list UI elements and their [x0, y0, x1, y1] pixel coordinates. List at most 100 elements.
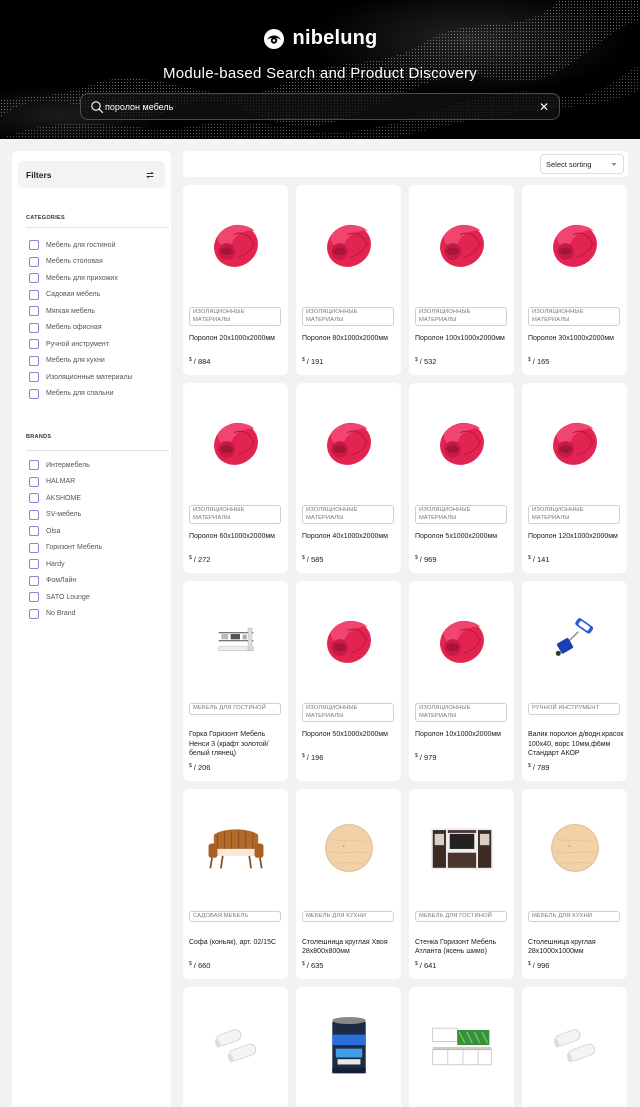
brand-option[interactable]: SATO Lounge: [29, 589, 102, 606]
brand-checkbox[interactable]: [29, 608, 39, 619]
clear-search-icon[interactable]: ✕: [537, 100, 551, 114]
brand-logo[interactable]: nibelung: [0, 27, 640, 50]
kitchen-set-image[interactable]: [409, 987, 514, 1105]
category-checkbox[interactable]: [29, 388, 39, 399]
product-name[interactable]: Поролон 40х1000х2000мм: [302, 532, 398, 542]
brand-option[interactable]: SV-мебель: [29, 507, 102, 524]
product-card[interactable]: ИЗОЛЯЦИОННЫЕ МАТЕРИАЛЫ Поролон 50х1000х20…: [296, 581, 401, 781]
product-name[interactable]: Валик поролон д/водн.красок 100х40, ворс…: [528, 730, 624, 759]
product-card[interactable]: МЕБЕЛЬ ДЛЯ КУХНИ Столешница круглая 28х10…: [522, 788, 627, 979]
product-name[interactable]: Поролон 80х1000х2000мм: [302, 334, 398, 344]
foam-roll-image[interactable]: [183, 383, 288, 501]
brand-checkbox[interactable]: [29, 542, 39, 553]
category-option[interactable]: Мебель офисная: [29, 320, 133, 337]
brand-option[interactable]: ФомЛайн: [29, 573, 102, 590]
product-card[interactable]: ИЗОЛЯЦИОННЫЕ МАТЕРИАЛЫ Поролон 10х1000х20…: [409, 581, 514, 781]
brand-option[interactable]: HALMAR: [29, 474, 102, 491]
category-checkbox[interactable]: [29, 306, 39, 317]
category-option[interactable]: Мебель для прихожих: [29, 270, 133, 287]
product-name[interactable]: Поролон 10х1000х2000мм: [415, 730, 511, 740]
product-name[interactable]: Поролон 20х1000х2000мм: [189, 334, 285, 344]
product-card[interactable]: ИЗОЛЯЦИОННЫЕ МАТЕРИАЛЫ Поролон 100х1000х2…: [409, 185, 514, 375]
foam-roll-image[interactable]: [296, 185, 401, 303]
product-card[interactable]: ИЗОЛЯЦИОННЫЕ МАТЕРИАЛЫ Поролон 40х1000х20…: [296, 383, 401, 573]
brand-checkbox[interactable]: [29, 460, 39, 471]
product-name[interactable]: Столешница круглая 28х1000х1000мм: [528, 938, 624, 957]
category-checkbox[interactable]: [29, 372, 39, 383]
category-option[interactable]: Мебель для спальни: [29, 386, 133, 403]
roller-refills-image[interactable]: [183, 987, 288, 1105]
wall-unit-image[interactable]: [409, 789, 514, 907]
foam-roll-image[interactable]: [409, 185, 514, 303]
product-name[interactable]: Поролон 30х1000х2000мм: [528, 334, 624, 344]
product-name[interactable]: Стенка Горизонт Мебель Атланта (ясень ши…: [415, 938, 511, 957]
product-name[interactable]: Софа (коньяк), арт. 02/15С: [189, 938, 285, 948]
product-card[interactable]: ИЗОЛЯЦИОННЫЕ МАТЕРИАЛЫ Поролон 30х1000х20…: [522, 185, 627, 375]
category-option[interactable]: Ручной инструмент: [29, 336, 133, 353]
category-checkbox[interactable]: [29, 339, 39, 350]
product-card[interactable]: ИЗОЛЯЦИОННЫЕ МАТЕРИАЛЫ Поролон 120х1000х2…: [522, 383, 627, 573]
product-name[interactable]: Поролон 100х1000х2000мм: [415, 334, 511, 344]
category-option[interactable]: Мебель для кухни: [29, 353, 133, 370]
round-tabletop-image[interactable]: [296, 789, 401, 907]
product-card[interactable]: МЕБЕЛЬ ДЛЯ КУХНИ: [409, 986, 514, 1107]
category-option[interactable]: Садовая мебель: [29, 287, 133, 304]
brand-checkbox[interactable]: [29, 575, 39, 586]
category-checkbox[interactable]: [29, 355, 39, 366]
brand-checkbox[interactable]: [29, 592, 39, 603]
product-name[interactable]: Поролон 50х1000х2000мм: [302, 730, 398, 740]
category-option[interactable]: Мягкая мебель: [29, 303, 133, 320]
wall-shelf-image[interactable]: [183, 581, 288, 699]
product-card[interactable]: ИЗОЛЯЦИОННЫЕ МАТЕРИАЛЫ Поролон 80х1000х20…: [296, 185, 401, 375]
foam-roll-image[interactable]: [296, 581, 401, 699]
category-checkbox[interactable]: [29, 256, 39, 267]
paint-roller-image[interactable]: [522, 581, 627, 699]
foam-roll-image[interactable]: [522, 185, 627, 303]
category-checkbox[interactable]: [29, 289, 39, 300]
brand-checkbox[interactable]: [29, 526, 39, 537]
brand-checkbox[interactable]: [29, 509, 39, 520]
foam-roll-image[interactable]: [522, 383, 627, 501]
product-card[interactable]: ИЗОЛЯЦИОННЫЕ МАТЕРИАЛЫ Поролон 20х1000х20…: [183, 185, 288, 375]
glue-can-image[interactable]: [296, 987, 401, 1105]
category-checkbox[interactable]: [29, 240, 39, 251]
product-name[interactable]: Поролон 120х1000х2000мм: [528, 532, 624, 542]
product-card[interactable]: РУЧНОЙ ИНСТРУМЕНТ: [522, 986, 627, 1107]
brand-option[interactable]: Интермебель: [29, 457, 102, 474]
reset-filters-icon[interactable]: [145, 170, 155, 180]
foam-roll-image[interactable]: [296, 383, 401, 501]
product-card[interactable]: МЕБЕЛЬ ДЛЯ ГОСТИНОЙ Горка Горизонт Мебель…: [183, 581, 288, 781]
brand-option[interactable]: Горизонт Мебель: [29, 540, 102, 557]
category-checkbox[interactable]: [29, 273, 39, 284]
brand-option[interactable]: Olsa: [29, 523, 102, 540]
category-option[interactable]: Мебель столовая: [29, 254, 133, 271]
search-input[interactable]: [105, 94, 525, 119]
brand-option[interactable]: No Brand: [29, 606, 102, 623]
rattan-sofa-image[interactable]: [183, 789, 288, 907]
product-name[interactable]: Горка Горизонт Мебель Ненси 3 (крафт зол…: [189, 730, 285, 759]
product-card[interactable]: МЕБЕЛЬ ДЛЯ КУХНИ Столешница круглая Хвоя …: [296, 788, 401, 979]
product-card[interactable]: ПЕНЫ, КЛЕИ, ГЕРМЕТИКИ: [296, 986, 401, 1107]
product-card[interactable]: ИЗОЛЯЦИОННЫЕ МАТЕРИАЛЫ Поролон 5х1000х200…: [409, 383, 514, 573]
category-option[interactable]: Мебель для гостиной: [29, 237, 133, 254]
brand-option[interactable]: Hardy: [29, 556, 102, 573]
brand-checkbox[interactable]: [29, 476, 39, 487]
foam-roll-image[interactable]: [409, 383, 514, 501]
brand-checkbox[interactable]: [29, 493, 39, 504]
product-name[interactable]: Поролон 60х1000х2000мм: [189, 532, 285, 542]
brand-checkbox[interactable]: [29, 559, 39, 570]
product-name[interactable]: Столешница круглая Хвоя 28х800х800мм: [302, 938, 398, 957]
product-card[interactable]: МЕБЕЛЬ ДЛЯ ГОСТИНОЙ Стенка Горизонт Мебел…: [409, 788, 514, 979]
product-card[interactable]: ИЗОЛЯЦИОННЫЕ МАТЕРИАЛЫ Поролон 60х1000х20…: [183, 383, 288, 573]
sort-select[interactable]: Select sorting: [540, 154, 624, 174]
category-checkbox[interactable]: [29, 322, 39, 333]
product-card[interactable]: РУЧНОЙ ИНСТРУМЕНТ Валик поролон д/водн.кр…: [522, 581, 627, 781]
round-tabletop-image[interactable]: [522, 789, 627, 907]
product-card[interactable]: РУЧНОЙ ИНСТРУМЕНТ: [183, 986, 288, 1107]
product-card[interactable]: САДОВАЯ МЕБЕЛЬ Софа (коньяк), арт. 02/15С…: [183, 788, 288, 979]
foam-roll-image[interactable]: [409, 581, 514, 699]
roller-refills-image[interactable]: [522, 987, 627, 1105]
category-option[interactable]: Изоляционные материалы: [29, 369, 133, 386]
brand-option[interactable]: AKSHOME: [29, 490, 102, 507]
foam-roll-image[interactable]: [183, 185, 288, 303]
